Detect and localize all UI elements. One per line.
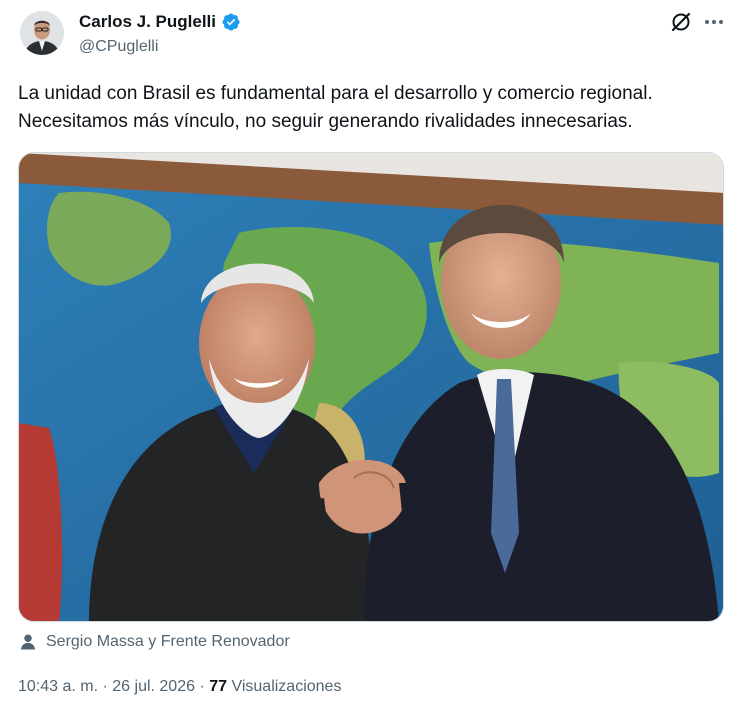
separator: ·	[98, 678, 113, 695]
grok-icon[interactable]	[669, 10, 693, 34]
tweet-date[interactable]: 26 jul. 2026	[112, 678, 195, 695]
tweet-text-line: Necesitamos más vínculo, no seguir gener…	[18, 111, 633, 132]
avatar[interactable]	[20, 11, 64, 55]
tweet-text: La unidad con Brasil es fundamental para…	[18, 80, 724, 136]
tweet-meta: 10:43 a. m. · 26 jul. 2026 · 77 Visualiz…	[18, 678, 341, 696]
views-count: 77	[209, 678, 228, 695]
tweet-photo[interactable]	[18, 152, 724, 622]
handle[interactable]: @CPuglelli	[79, 38, 241, 56]
photo-image	[19, 153, 723, 621]
tagged-users[interactable]: Sergio Massa y Frente Renovador	[18, 632, 290, 652]
tagged-label[interactable]: Sergio Massa y Frente Renovador	[46, 633, 290, 651]
author-info: Carlos J. Puglelli @CPuglelli	[79, 10, 241, 56]
tweet-card: Carlos J. Puglelli @CPuglelli La unidad …	[0, 0, 736, 713]
verified-badge-icon[interactable]	[221, 12, 241, 32]
display-name[interactable]: Carlos J. Puglelli	[79, 12, 216, 32]
separator: ·	[195, 678, 210, 695]
views-label: Visualizaciones	[227, 678, 342, 695]
avatar-image	[20, 11, 64, 55]
person-icon	[18, 632, 38, 652]
tweet-text-line: La unidad con Brasil es fundamental para…	[18, 83, 653, 104]
tweet-time[interactable]: 10:43 a. m.	[18, 678, 98, 695]
more-options-icon[interactable]	[702, 10, 726, 34]
